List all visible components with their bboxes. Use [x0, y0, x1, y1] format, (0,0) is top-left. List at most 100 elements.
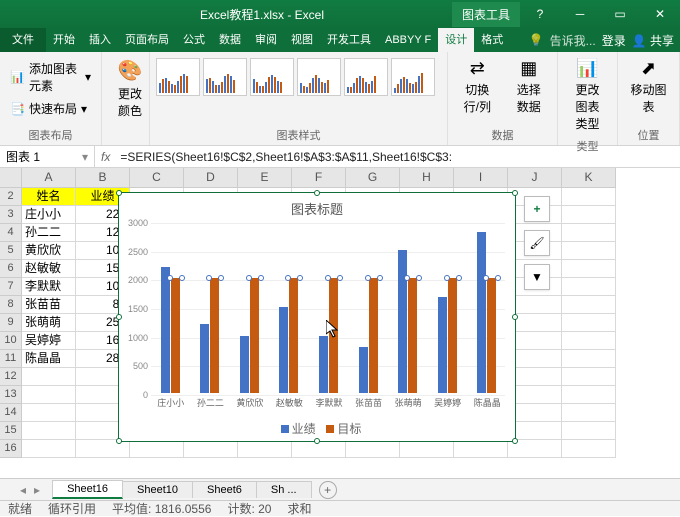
cell[interactable] — [508, 296, 562, 314]
cell[interactable] — [454, 440, 508, 458]
cell[interactable] — [184, 440, 238, 458]
col-header[interactable]: I — [454, 168, 508, 188]
tab-nav-prev[interactable]: ◂ — [20, 483, 26, 497]
bar-series-1[interactable] — [329, 278, 338, 393]
col-header[interactable]: H — [400, 168, 454, 188]
row-header[interactable]: 3 — [0, 206, 22, 224]
row-header[interactable]: 11 — [0, 350, 22, 368]
chart-title[interactable]: 图表标题 — [119, 193, 515, 220]
cell[interactable] — [508, 350, 562, 368]
cell[interactable]: 孙二二 — [22, 224, 76, 242]
bar-series-1[interactable] — [171, 278, 180, 393]
row-header[interactable]: 7 — [0, 278, 22, 296]
bar-series-0[interactable] — [240, 336, 249, 393]
chart-style-thumb[interactable] — [297, 58, 341, 96]
bar-series-0[interactable] — [477, 232, 486, 393]
cell[interactable] — [22, 368, 76, 386]
cell[interactable] — [562, 332, 616, 350]
bar-series-1[interactable] — [408, 278, 417, 393]
row-header[interactable]: 8 — [0, 296, 22, 314]
cell[interactable]: 姓名 — [22, 188, 76, 206]
bar-series-0[interactable] — [398, 250, 407, 393]
cell[interactable] — [22, 404, 76, 422]
col-header[interactable]: D — [184, 168, 238, 188]
cell[interactable]: 赵敏敏 — [22, 260, 76, 278]
row-header[interactable]: 2 — [0, 188, 22, 206]
cell[interactable] — [76, 440, 130, 458]
cell[interactable] — [562, 260, 616, 278]
chart-elements-button[interactable]: + — [524, 196, 550, 222]
cell[interactable]: 李默默 — [22, 278, 76, 296]
switch-row-col-button[interactable]: ⇄切换行/列 — [454, 54, 501, 119]
bar-series-0[interactable] — [438, 297, 447, 393]
tab-format[interactable]: 格式 — [474, 28, 510, 52]
bar-series-1[interactable] — [210, 278, 219, 393]
cell[interactable]: 黄欣欣 — [22, 242, 76, 260]
col-header[interactable]: F — [292, 168, 346, 188]
tab-home[interactable]: 开始 — [46, 28, 82, 52]
cell[interactable] — [346, 440, 400, 458]
tab-insert[interactable]: 插入 — [82, 28, 118, 52]
chart-filters-button[interactable]: ▼ — [524, 264, 550, 290]
share-button[interactable]: 👤 共享 — [632, 32, 674, 49]
close-icon[interactable]: ✕ — [640, 0, 680, 28]
row-header[interactable]: 10 — [0, 332, 22, 350]
tab-file[interactable]: 文件 — [0, 28, 46, 52]
tab-pagelayout[interactable]: 页面布局 — [118, 28, 176, 52]
cell[interactable] — [22, 386, 76, 404]
col-header[interactable]: B — [76, 168, 130, 188]
sheet-tab[interactable]: Sh ... — [256, 481, 312, 498]
chart-style-thumb[interactable] — [203, 58, 247, 96]
add-chart-element-button[interactable]: 📊添加图表元素▾ — [6, 58, 95, 96]
bar-series-0[interactable] — [161, 267, 170, 393]
cell[interactable] — [562, 350, 616, 368]
cell[interactable] — [508, 368, 562, 386]
tab-review[interactable]: 审阅 — [248, 28, 284, 52]
fx-icon[interactable]: fx — [95, 150, 116, 164]
cell[interactable] — [130, 440, 184, 458]
cell[interactable] — [22, 422, 76, 440]
tab-design[interactable]: 设计 — [438, 28, 474, 52]
chart-style-thumb[interactable] — [250, 58, 294, 96]
row-header[interactable]: 4 — [0, 224, 22, 242]
cell[interactable] — [562, 188, 616, 206]
bar-series-0[interactable] — [359, 347, 368, 393]
tab-view[interactable]: 视图 — [284, 28, 320, 52]
bar-series-1[interactable] — [289, 278, 298, 393]
bar-series-0[interactable] — [279, 307, 288, 393]
cell[interactable] — [562, 296, 616, 314]
chart-style-thumb[interactable] — [344, 58, 388, 96]
cell[interactable] — [562, 440, 616, 458]
cell[interactable] — [562, 206, 616, 224]
row-header[interactable]: 6 — [0, 260, 22, 278]
row-header[interactable]: 15 — [0, 422, 22, 440]
cell[interactable]: 陈晶晶 — [22, 350, 76, 368]
formula-input[interactable]: =SERIES(Sheet16!$C$2,Sheet16!$A$3:$A$11,… — [116, 150, 680, 164]
login-button[interactable]: 登录 — [602, 32, 626, 49]
sheet-tab[interactable]: Sheet16 — [52, 480, 123, 499]
cell[interactable] — [508, 386, 562, 404]
col-header[interactable]: C — [130, 168, 184, 188]
cell[interactable] — [562, 242, 616, 260]
chart-style-thumb[interactable] — [391, 58, 435, 96]
tab-nav-next[interactable]: ▸ — [34, 483, 40, 497]
tell-me[interactable]: 告诉我... — [550, 32, 596, 49]
select-all[interactable] — [0, 168, 22, 188]
cell[interactable] — [508, 332, 562, 350]
cell[interactable] — [22, 440, 76, 458]
cell[interactable] — [562, 386, 616, 404]
col-header[interactable]: E — [238, 168, 292, 188]
chart-style-thumb[interactable] — [156, 58, 200, 96]
cell[interactable] — [562, 368, 616, 386]
minimize-icon[interactable]: ─ — [560, 0, 600, 28]
change-colors-button[interactable]: 🎨更改 颜色 — [108, 54, 152, 123]
bar-series-0[interactable] — [200, 324, 209, 393]
row-header[interactable]: 16 — [0, 440, 22, 458]
name-box[interactable]: 图表 1▾ — [0, 146, 95, 167]
row-header[interactable]: 12 — [0, 368, 22, 386]
tab-developer[interactable]: 开发工具 — [320, 28, 378, 52]
cell[interactable] — [508, 404, 562, 422]
worksheet[interactable]: ABCDEFGHIJK 2姓名业绩3庄小小2204孙二二1205黄欣欣1006赵… — [0, 168, 680, 488]
bar-series-1[interactable] — [250, 278, 259, 393]
plot-area[interactable]: 050010001500200025003000庄小小孙二二黄欣欣赵敏敏李默默张… — [151, 223, 505, 393]
